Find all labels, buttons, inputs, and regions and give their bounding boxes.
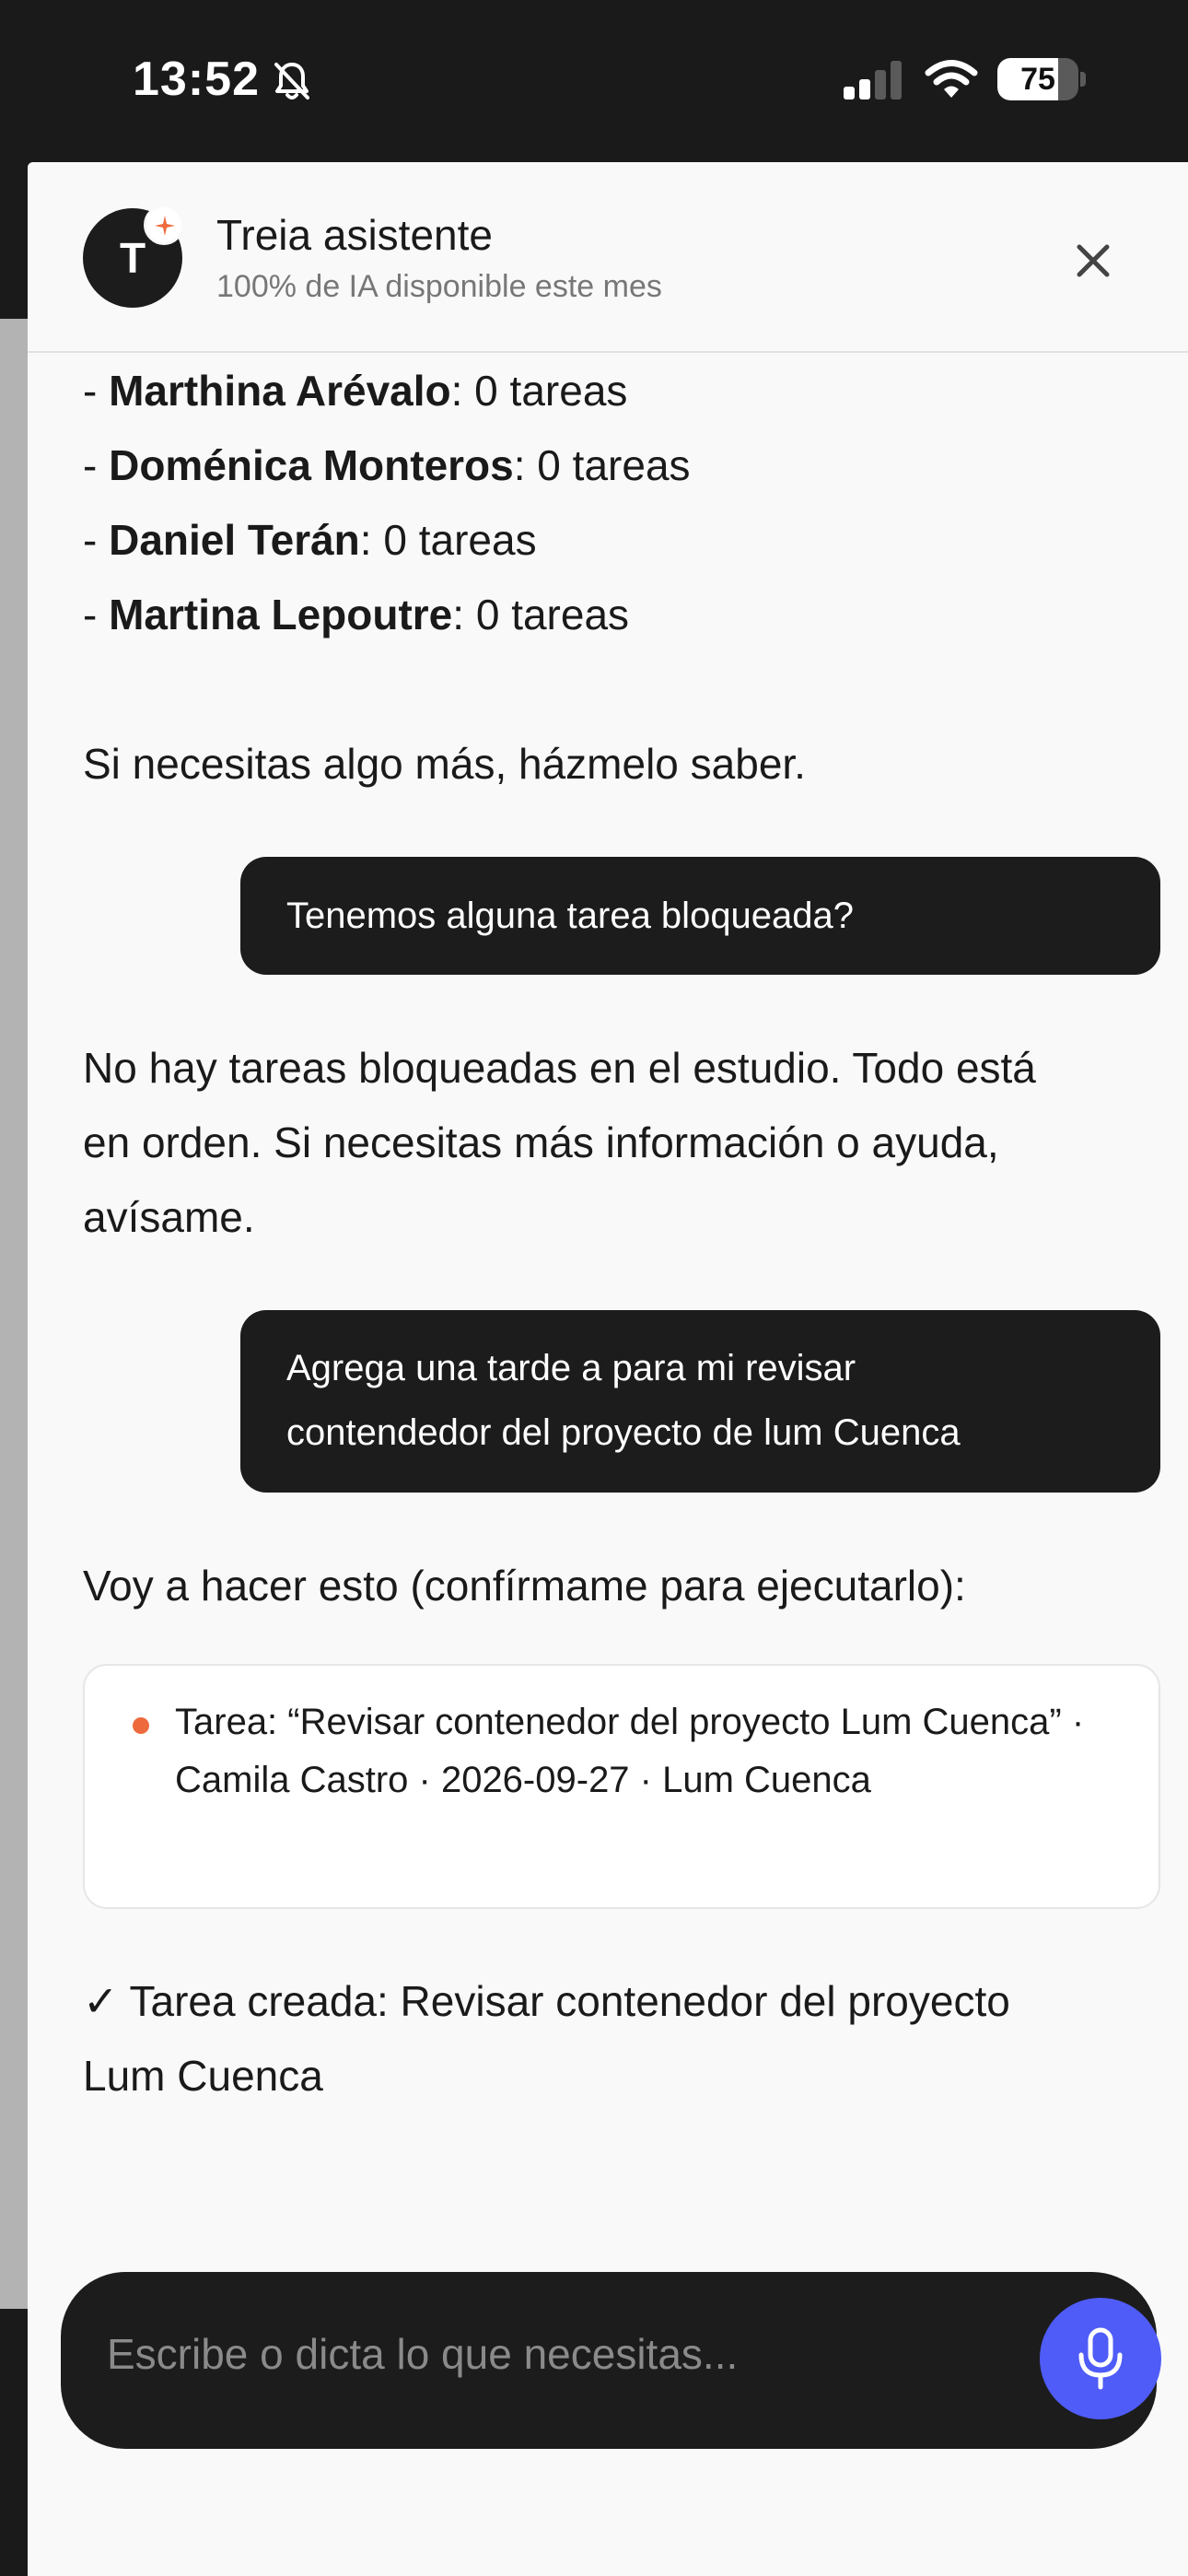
result-message-line: Lum Cuenca [83, 2052, 323, 2100]
user-message-line: contendedor del proyecto de lum Cuenca [286, 1412, 961, 1453]
assistant-message: Voy a hacer esto (confírmame para ejecut… [83, 1562, 966, 1610]
battery-body: 75 [997, 58, 1078, 100]
header-subtitle: 100% de IA disponible este mes [216, 269, 662, 304]
list-item: - Marthina Arévalo: 0 tareas [83, 354, 627, 427]
sheet-header: T Treia asistente 100% de IA disponible … [28, 162, 1188, 353]
member-name: Daniel Terán [109, 516, 360, 564]
assistant-message-line: avísame. [83, 1193, 255, 1241]
close-icon[interactable] [1068, 236, 1118, 286]
battery-level: 75 [1020, 62, 1055, 97]
member-name: Marthina Arévalo [109, 367, 451, 415]
composer[interactable]: Escribe o dicta lo que necesitas... [61, 2272, 1161, 2449]
bullet-dot [133, 1717, 149, 1734]
assistant-message-line: No hay tareas bloqueadas en el estudio. … [83, 1044, 1036, 1092]
task-count: : 0 tareas [450, 367, 628, 415]
list-prefix: - [83, 367, 110, 415]
assistant-message-line: en orden. Si necesitas más información o… [83, 1118, 999, 1166]
list-item: - Daniel Terán: 0 tareas [83, 503, 537, 577]
bell-slash-icon [274, 63, 309, 100]
list-prefix: - [83, 591, 110, 638]
user-message: Tenemos alguna tarea bloqueada? [240, 857, 1160, 975]
confirm-item-text: Tarea: “Revisar contenedor del proyecto … [175, 1702, 1085, 1800]
assistant-message: Si necesitas algo más, házmelo saber. [83, 740, 806, 788]
list-item: - Martina Lepoutre: 0 tareas [83, 578, 629, 651]
signal-icon [844, 61, 902, 100]
header-title: Treia asistente [216, 211, 493, 259]
battery-icon: 75 [997, 58, 1086, 100]
list-prefix: - [83, 516, 110, 564]
microphone-icon [1078, 2327, 1123, 2390]
sparkle-icon [155, 216, 175, 236]
task-count: : 0 tareas [513, 441, 691, 489]
member-name: Doménica Monteros [109, 441, 514, 489]
wifi-icon [925, 60, 978, 98]
user-message: Agrega una tarde a para mi revisar conte… [240, 1310, 1160, 1493]
task-count: : 0 tareas [359, 516, 537, 564]
mic-button[interactable] [1040, 2298, 1161, 2419]
status-bar: 13:52 75 [0, 0, 1188, 162]
list-prefix: - [83, 441, 110, 489]
sparkle-badge [144, 205, 184, 245]
list-item: - Doménica Monteros: 0 tareas [83, 428, 691, 502]
result-message-line: ✓ Tarea creada: Revisar contenedor del p… [83, 1977, 1010, 2025]
background-card [0, 319, 28, 2309]
user-message-line: Agrega una tarde a para mi revisar [286, 1348, 856, 1388]
battery-cap [1080, 72, 1086, 87]
assistant-sheet: T Treia asistente 100% de IA disponible … [28, 162, 1188, 2576]
confirm-card[interactable]: Tarea: “Revisar contenedor del proyecto … [83, 1664, 1160, 1909]
member-name: Martina Lepoutre [109, 591, 453, 638]
task-count: : 0 tareas [452, 591, 630, 638]
message-input[interactable]: Escribe o dicta lo que necesitas... [107, 2329, 738, 2379]
status-time: 13:52 [133, 53, 260, 106]
